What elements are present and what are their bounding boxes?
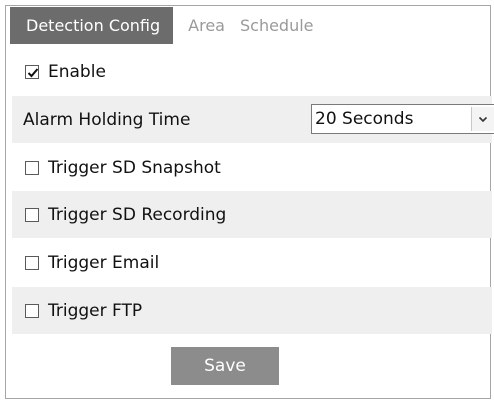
alarm-holding-row: Alarm Holding Time 20 Seconds — [12, 96, 494, 143]
trigger-ftp-row: Trigger FTP — [12, 287, 492, 334]
tab-bar: Detection Config Area Schedule — [10, 7, 329, 44]
tab-detection-config[interactable]: Detection Config — [10, 7, 174, 44]
chevron-down-icon[interactable] — [471, 107, 494, 131]
alarm-holding-value: 20 Seconds — [315, 109, 414, 129]
enable-row: Enable — [12, 48, 492, 95]
tab-schedule[interactable]: Schedule — [240, 7, 329, 44]
alarm-holding-select[interactable]: 20 Seconds — [311, 104, 494, 134]
enable-checkbox[interactable] — [25, 64, 39, 79]
enable-label: Enable — [48, 61, 106, 82]
trigger-sd-recording-checkbox[interactable] — [25, 207, 39, 222]
trigger-sd-recording-row: Trigger SD Recording — [12, 191, 492, 238]
trigger-ftp-label: Trigger FTP — [48, 300, 143, 321]
trigger-sd-snapshot-row: Trigger SD Snapshot — [12, 144, 492, 191]
alarm-holding-label: Alarm Holding Time — [23, 109, 191, 130]
trigger-email-checkbox[interactable] — [25, 255, 39, 270]
trigger-email-label: Trigger Email — [48, 252, 160, 273]
save-button[interactable]: Save — [171, 347, 279, 385]
trigger-sd-recording-label: Trigger SD Recording — [48, 204, 227, 225]
tab-area[interactable]: Area — [188, 7, 240, 44]
trigger-sd-snapshot-label: Trigger SD Snapshot — [48, 157, 221, 178]
trigger-sd-snapshot-checkbox[interactable] — [25, 160, 39, 175]
trigger-email-row: Trigger Email — [12, 239, 492, 286]
check-icon — [27, 67, 39, 77]
trigger-ftp-checkbox[interactable] — [25, 303, 39, 318]
